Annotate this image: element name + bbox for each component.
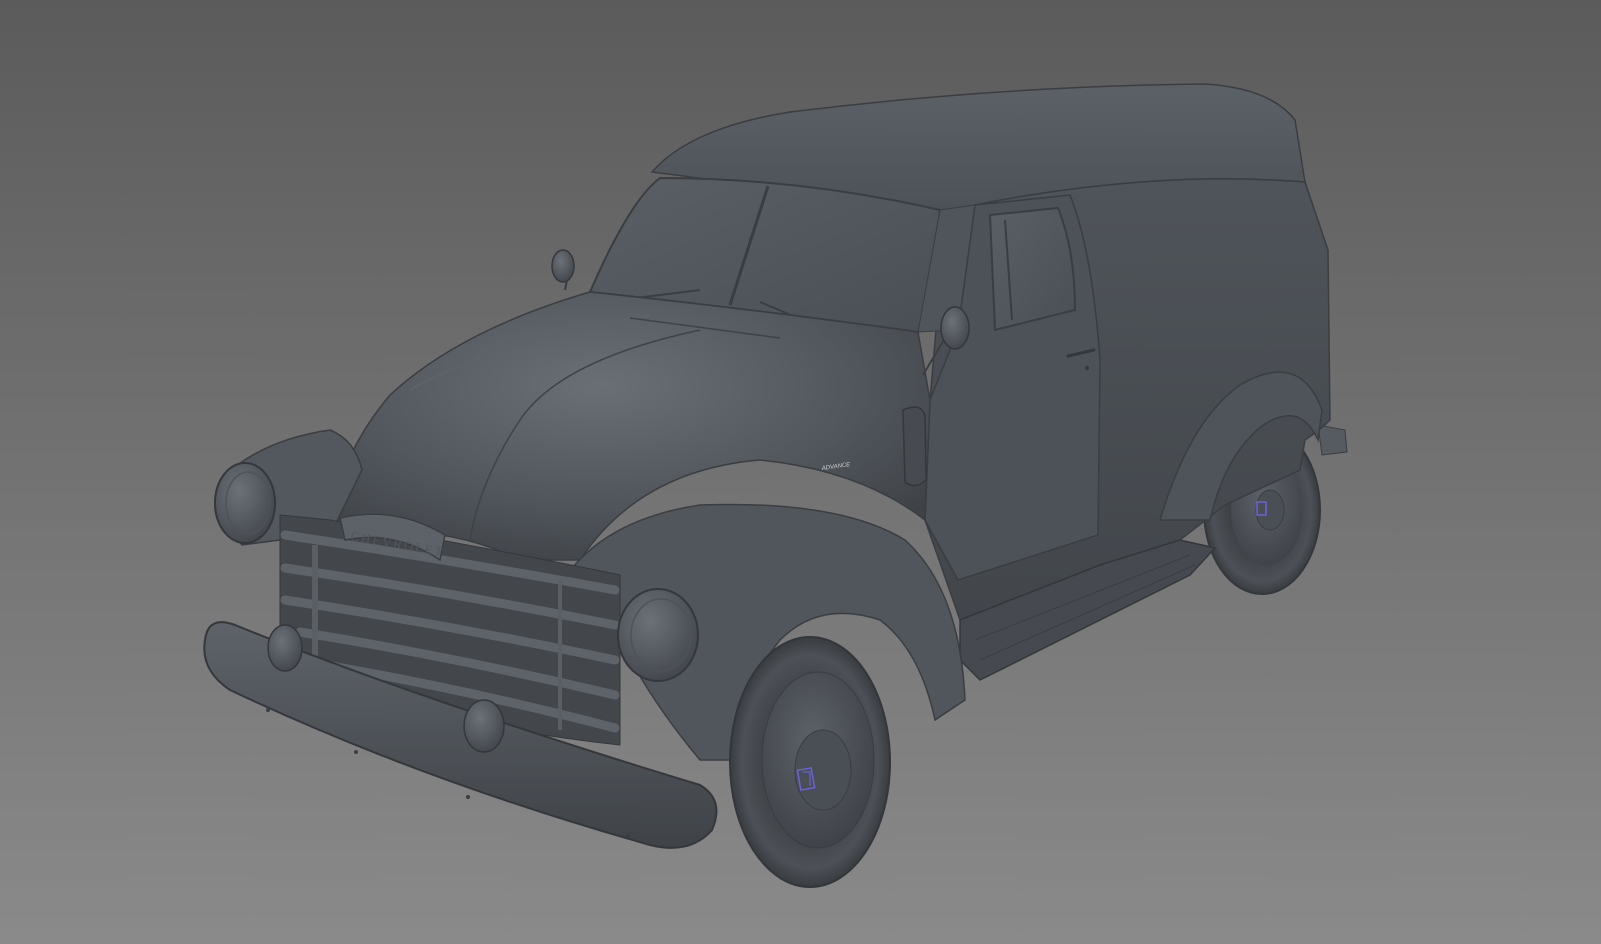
door-window xyxy=(988,206,1077,332)
headlight-left xyxy=(214,462,276,544)
van-render: ADVANCE CHEVROLET xyxy=(203,83,1348,888)
front-wheel xyxy=(729,636,891,888)
hood-side-vent xyxy=(902,406,927,487)
rear-bumper xyxy=(1317,424,1348,456)
fog-lamp-right xyxy=(463,699,505,753)
fog-lamp-left xyxy=(267,624,303,672)
headlight-right xyxy=(617,588,699,682)
mirror-left xyxy=(551,249,575,291)
render-viewport: ADVANCE CHEVROLET xyxy=(0,0,1601,944)
